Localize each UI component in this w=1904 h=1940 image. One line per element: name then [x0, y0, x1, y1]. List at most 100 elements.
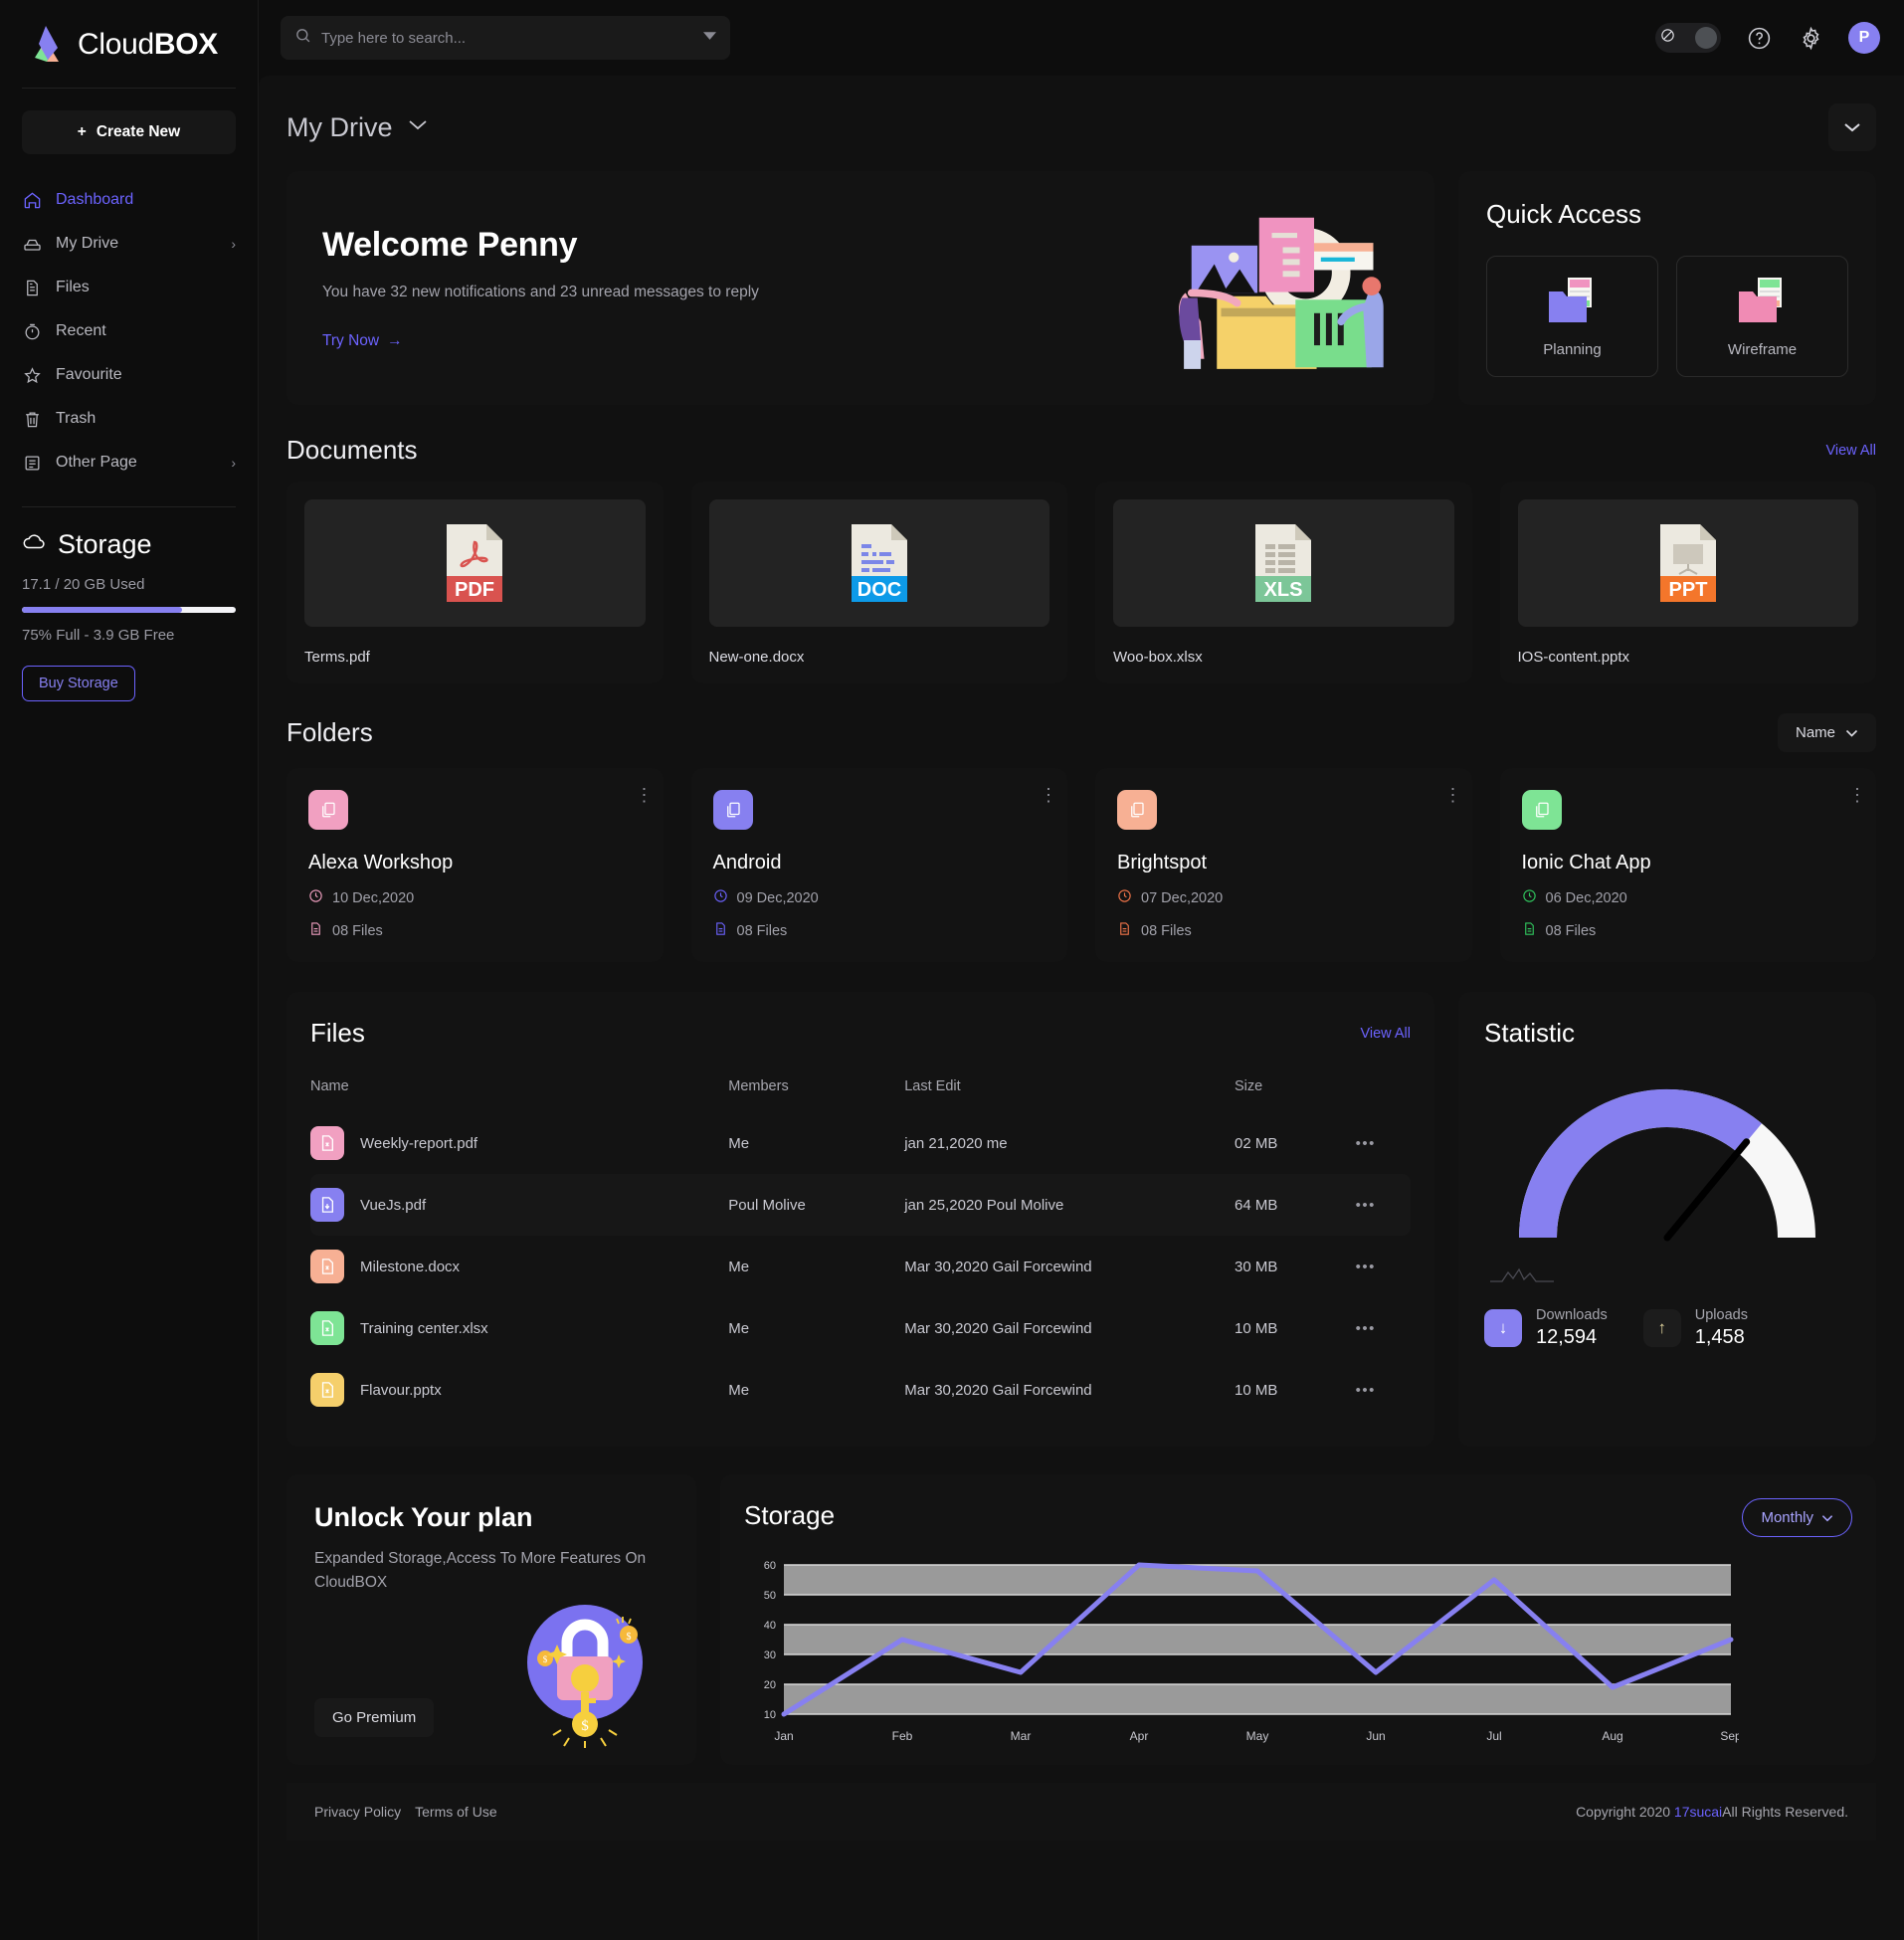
svg-text:40: 40	[764, 1620, 776, 1632]
unlock-title: Unlock Your plan	[314, 1502, 533, 1532]
folder-files: 08 Files	[308, 921, 642, 940]
search-box[interactable]	[281, 16, 730, 60]
document-card[interactable]: XLS Woo-box.xlsx	[1095, 482, 1472, 683]
trash-icon	[22, 409, 42, 429]
folders-sort-button[interactable]: Name	[1777, 713, 1876, 752]
file-row-menu-icon[interactable]: •••	[1356, 1236, 1411, 1297]
table-row[interactable]: Training center.xlsx Me Mar 30,2020 Gail…	[310, 1297, 1411, 1359]
table-row[interactable]: VueJs.pdf Poul Molive jan 25,2020 Poul M…	[310, 1174, 1411, 1236]
chevron-down-icon[interactable]	[407, 118, 429, 136]
sidebar-item-my-drive[interactable]: My Drive ›	[0, 222, 258, 266]
document-thumbnail: PDF	[304, 499, 646, 627]
help-icon[interactable]	[1745, 24, 1773, 52]
svg-text:30: 30	[764, 1649, 776, 1661]
document-card[interactable]: PDF Terms.pdf	[286, 482, 664, 683]
file-icon	[1522, 921, 1537, 940]
folder-card[interactable]: ⋮ Android 09 Dec,2020 08 Files	[690, 768, 1067, 962]
document-name: Terms.pdf	[304, 649, 370, 666]
file-row-menu-icon[interactable]: •••	[1356, 1112, 1411, 1174]
document-name: New-one.docx	[708, 649, 805, 666]
file-name: Milestone.docx	[360, 1258, 461, 1275]
try-now-link[interactable]: Try Now →	[322, 332, 403, 350]
copyright-link[interactable]: 17sucai	[1674, 1804, 1722, 1820]
sidebar-item-favourite[interactable]: Favourite	[0, 353, 258, 397]
folder-menu-icon[interactable]: ⋮	[636, 786, 654, 804]
file-name-cell: Flavour.pptx	[310, 1359, 728, 1421]
file-row-menu-icon[interactable]: •••	[1356, 1297, 1411, 1359]
folder-card[interactable]: ⋮ Brightspot 07 Dec,2020 08 Files	[1095, 768, 1472, 962]
documents-view-all-link[interactable]: View All	[1825, 443, 1876, 459]
dark-mode-toggle[interactable]	[1655, 23, 1721, 53]
clock-icon	[1522, 888, 1537, 907]
statistic-metrics: ↓ Downloads 12,594 ↑ Uploads 1,458	[1484, 1307, 1850, 1349]
sidebar-divider-top	[22, 88, 236, 89]
document-thumbnail: DOC	[708, 499, 1049, 627]
range-label: Monthly	[1761, 1509, 1813, 1526]
files-view-all-link[interactable]: View All	[1360, 1026, 1411, 1042]
copyright: Copyright 2020 17sucaiAll Rights Reserve…	[1576, 1804, 1848, 1820]
sidebar-item-files[interactable]: Files	[0, 266, 258, 309]
document-thumbnail: PPT	[1517, 499, 1858, 627]
unlock-illustration: $ $ $	[513, 1589, 663, 1753]
gear-icon[interactable]	[1797, 24, 1824, 52]
folder-name: Ionic Chat App	[1521, 852, 1651, 873]
collapse-button[interactable]	[1828, 103, 1876, 151]
quick-access-item-wireframe[interactable]: Wireframe	[1676, 256, 1848, 377]
copyright-prefix: Copyright 2020	[1576, 1804, 1674, 1820]
search-input[interactable]	[321, 29, 703, 47]
moon-icon	[1659, 27, 1676, 49]
folder-card[interactable]: ⋮ Ionic Chat App 06 Dec,2020 08 Files	[1499, 768, 1876, 962]
file-last-edit: jan 21,2020 me	[904, 1134, 1008, 1152]
buy-storage-button[interactable]: Buy Storage	[22, 666, 135, 701]
sidebar-item-recent[interactable]: Recent	[0, 309, 258, 353]
folder-date-label: 10 Dec,2020	[332, 889, 415, 906]
go-premium-button[interactable]: Go Premium	[314, 1698, 435, 1737]
sparkline-icon	[1490, 1264, 1850, 1289]
folder-menu-icon[interactable]: ⋮	[1040, 786, 1057, 804]
file-size: 10 MB	[1235, 1381, 1278, 1399]
document-name: IOS-content.pptx	[1517, 649, 1630, 666]
statistic-card: Statistic ↓ Downloads 12,594 ↑ Uploads 1…	[1458, 992, 1876, 1447]
document-card[interactable]: DOC New-one.docx	[690, 482, 1067, 683]
main-area: P My Drive Welcome Penny You have 32 new…	[259, 0, 1904, 1940]
table-row[interactable]: Weekly-report.pdf Me jan 21,2020 me 02 M…	[310, 1112, 1411, 1174]
brand[interactable]: CloudBOX	[0, 0, 258, 88]
folder-files: 08 Files	[713, 921, 1047, 940]
terms-of-use-link[interactable]: Terms of Use	[415, 1804, 496, 1820]
privacy-policy-link[interactable]: Privacy Policy	[314, 1804, 401, 1820]
file-size: 02 MB	[1235, 1134, 1278, 1152]
folder-card[interactable]: ⋮ Alexa Workshop 10 Dec,2020 08 Files	[286, 768, 664, 962]
svg-text:20: 20	[764, 1679, 776, 1691]
sidebar-item-trash[interactable]: Trash	[0, 397, 258, 441]
sidebar-item-label: Files	[56, 279, 90, 295]
avatar[interactable]: P	[1848, 22, 1880, 54]
column-members[interactable]: Members	[728, 1068, 904, 1112]
table-row[interactable]: Milestone.docx Me Mar 30,2020 Gail Force…	[310, 1236, 1411, 1297]
column-last-edit[interactable]: Last Edit	[904, 1068, 1235, 1112]
document-card[interactable]: PPT IOS-content.pptx	[1499, 482, 1876, 683]
column-size[interactable]: Size	[1235, 1068, 1356, 1112]
column-name[interactable]: Name	[310, 1068, 728, 1112]
folder-date: 07 Dec,2020	[1117, 888, 1450, 907]
quick-access-item-planning[interactable]: Planning	[1486, 256, 1658, 377]
sidebar-item-other-page[interactable]: Other Page ›	[0, 441, 258, 485]
sidebar-item-dashboard[interactable]: Dashboard	[0, 178, 258, 222]
create-new-button[interactable]: + Create New	[22, 110, 236, 154]
quick-access-item-label: Planning	[1543, 340, 1602, 358]
file-icon	[1117, 921, 1132, 940]
svg-text:Aug: Aug	[1602, 1729, 1622, 1743]
table-row[interactable]: Flavour.pptx Me Mar 30,2020 Gail Forcewi…	[310, 1359, 1411, 1421]
files-statistic-row: Files View All Name Members Last Edit Si…	[286, 992, 1876, 1447]
svg-text:Mar: Mar	[1011, 1729, 1032, 1743]
storage-range-dropdown[interactable]: Monthly	[1742, 1498, 1852, 1537]
quick-access-card: Quick Access Planning Wireframe	[1458, 171, 1876, 405]
sidebar: CloudBOX + Create New Dashboard My Drive…	[0, 0, 259, 1940]
file-row-menu-icon[interactable]: •••	[1355, 1174, 1411, 1236]
folder-menu-icon[interactable]: ⋮	[1444, 786, 1462, 804]
chevron-down-icon[interactable]	[703, 29, 716, 47]
folder-menu-icon[interactable]: ⋮	[1848, 786, 1866, 804]
svg-text:Apr: Apr	[1130, 1729, 1149, 1743]
file-members: Me	[728, 1381, 750, 1399]
file-row-menu-icon[interactable]: •••	[1356, 1359, 1411, 1421]
files-table: Name Members Last Edit Size Weekly-repor…	[310, 1068, 1411, 1421]
